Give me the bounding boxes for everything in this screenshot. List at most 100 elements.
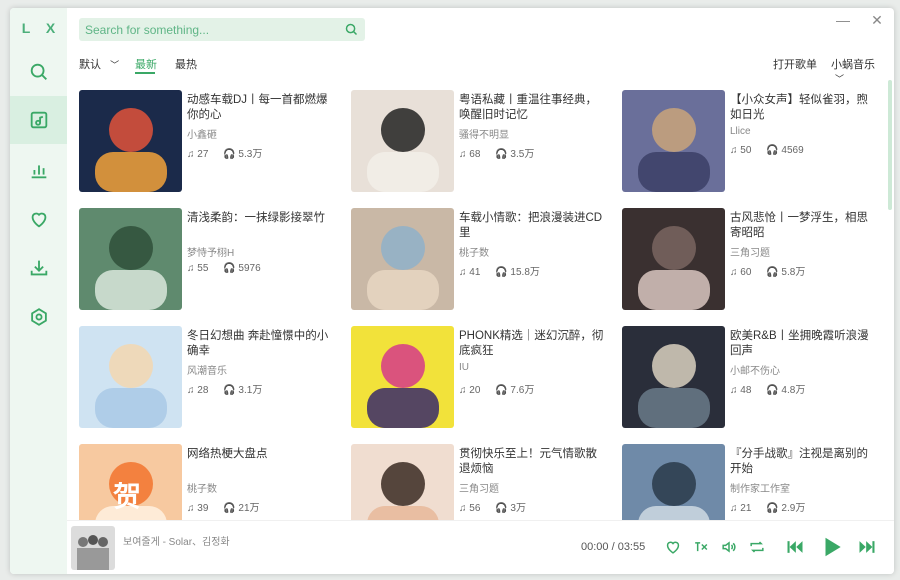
previous-button[interactable] xyxy=(783,537,807,557)
play-icon xyxy=(825,537,841,557)
playlist-cover[interactable] xyxy=(622,208,725,310)
scrollbar[interactable] xyxy=(888,80,892,210)
playlist-author: IU xyxy=(459,362,469,373)
playlist-stats: ♫ 41 🎧 15.8万 xyxy=(459,263,552,278)
tab-active-indicator xyxy=(135,72,155,74)
cover-image xyxy=(79,208,182,310)
now-playing-cover[interactable] xyxy=(71,526,115,570)
playlist-stats: ♫ 68 🎧 3.5万 xyxy=(459,145,546,160)
playlist-cover[interactable] xyxy=(351,90,454,192)
playlist-title[interactable]: PHONK精选｜迷幻沉醉，彻底疯狂 xyxy=(459,329,607,359)
music-note-icon: ♫ xyxy=(187,385,195,396)
tab-hot[interactable]: 最热 xyxy=(175,56,197,72)
sidebar: L X xyxy=(10,8,67,574)
playlist-cover[interactable] xyxy=(351,208,454,310)
heart-outline-icon xyxy=(666,541,680,554)
playlist-cover[interactable] xyxy=(622,90,725,192)
cover-image xyxy=(622,208,725,310)
playlist-title[interactable]: 清浅柔韵：一抹绿影接翠竹 xyxy=(187,211,335,226)
cover-image xyxy=(351,90,454,192)
headphones-icon: 🎧 xyxy=(495,267,508,278)
cover-image xyxy=(622,90,725,192)
repeat-button[interactable] xyxy=(747,537,767,557)
like-button[interactable] xyxy=(663,537,683,557)
playlist-title[interactable]: 古风悲怆丨一梦浮生，相思寄昭昭 xyxy=(730,211,878,241)
chevron-down-icon: ﹀ xyxy=(835,74,845,84)
skip-next-icon xyxy=(859,541,875,553)
volume-button[interactable] xyxy=(719,537,739,557)
playlist-cover[interactable] xyxy=(79,208,182,310)
playlist-card[interactable]: 粤语私藏丨重温往事经典，唤醒旧时记忆 骚得不明显 ♫ 68 🎧 3.5万 xyxy=(351,90,611,194)
playlist-stats: ♫ 48 🎧 4.8万 xyxy=(730,381,817,396)
music-note-icon: ♫ xyxy=(187,503,195,514)
play-count: 5976 xyxy=(238,263,261,274)
music-note-icon: ♫ xyxy=(459,267,467,278)
source-dropdown[interactable]: 小蜗音乐 ﹀ xyxy=(831,56,884,85)
playlist-author: 桃子数 xyxy=(459,248,489,259)
headphones-icon: 🎧 xyxy=(766,267,779,278)
playlist-author: Llice xyxy=(730,126,751,137)
playlist-author: 三角习题 xyxy=(459,484,499,495)
song-count: 56 xyxy=(469,503,481,514)
playlist-card[interactable]: 车载小情歌：把浪漫装进CD里 桃子数 ♫ 41 🎧 15.8万 xyxy=(351,208,611,312)
minimize-button[interactable]: — xyxy=(833,12,853,28)
playlist-title[interactable]: 【小众女声】轻似雀羽，煦如日光 xyxy=(730,93,878,123)
settings-hexagon-icon xyxy=(30,308,47,326)
playlist-card[interactable]: 欧美R&B丨坐拥晚霞听浪漫回声 小邮不伤心 ♫ 48 🎧 4.8万 xyxy=(622,326,882,430)
cover-image xyxy=(351,326,454,428)
sidebar-item-playlists[interactable] xyxy=(10,96,67,144)
song-count: 39 xyxy=(197,503,209,514)
playlist-title[interactable]: 贯彻快乐至上！元气情歌散退烦恼 xyxy=(459,447,607,477)
headphones-icon: 🎧 xyxy=(766,145,779,156)
playlist-title[interactable]: 车载小情歌：把浪漫装进CD里 xyxy=(459,211,607,241)
music-note-icon: ♫ xyxy=(730,145,738,156)
sidebar-item-search[interactable] xyxy=(10,48,67,96)
next-button[interactable] xyxy=(855,537,879,557)
search-icon[interactable] xyxy=(344,22,359,37)
now-playing-title: 보여줄게 - Solar、김정화 xyxy=(123,537,230,548)
lyrics-toggle-button[interactable] xyxy=(691,537,711,557)
playlist-card[interactable]: 冬日幻想曲 奔赴憧憬中的小确幸 风潮音乐 ♫ 28 🎧 3.1万 xyxy=(79,326,339,430)
headphones-icon: 🎧 xyxy=(223,385,236,396)
playlist-card[interactable]: 古风悲怆丨一梦浮生，相思寄昭昭 三角习题 ♫ 60 🎧 5.8万 xyxy=(622,208,882,312)
headphones-icon: 🎧 xyxy=(766,385,779,396)
close-button[interactable]: ✕ xyxy=(867,12,887,29)
sort-dropdown[interactable]: 默认 ﹀ xyxy=(79,56,119,72)
playlist-title[interactable]: 网络热梗大盘点 xyxy=(187,447,335,462)
play-button[interactable] xyxy=(819,534,845,560)
headphones-icon: 🎧 xyxy=(495,385,508,396)
search-bar xyxy=(79,18,365,41)
playlist-card[interactable]: 清浅柔韵：一抹绿影接翠竹 梦恃予栩H ♫ 55 🎧 5976 xyxy=(79,208,339,312)
playlist-card[interactable]: PHONK精选｜迷幻沉醉，彻底疯狂 IU ♫ 20 🎧 7.6万 xyxy=(351,326,611,430)
sidebar-item-downloads[interactable] xyxy=(10,244,67,292)
sidebar-item-settings[interactable] xyxy=(10,293,67,341)
play-count: 5.8万 xyxy=(781,267,806,278)
tab-latest[interactable]: 最新 xyxy=(135,56,157,72)
headphones-icon: 🎧 xyxy=(495,149,508,160)
playlist-title[interactable]: 『分手战歌』注视是离别的开始 xyxy=(730,447,878,477)
song-count: 55 xyxy=(197,263,209,274)
headphones-icon: 🎧 xyxy=(223,263,236,274)
playlist-cover[interactable] xyxy=(622,326,725,428)
play-count: 3.5万 xyxy=(510,149,535,160)
music-note-icon: ♫ xyxy=(187,149,195,160)
playlist-cover[interactable] xyxy=(79,326,182,428)
playlist-title[interactable]: 冬日幻想曲 奔赴憧憬中的小确幸 xyxy=(187,329,335,359)
search-input[interactable] xyxy=(79,18,329,41)
playlist-stats: ♫ 56 🎧 3万 xyxy=(459,499,538,514)
playlist-card[interactable]: 【小众女声】轻似雀羽，煦如日光 Llice ♫ 50 🎧 4569 xyxy=(622,90,882,194)
playlist-card[interactable]: 动感车载DJ丨每一首都燃爆你的心 小鑫砸 ♫ 27 🎧 5.3万 xyxy=(79,90,339,194)
playlist-title[interactable]: 粤语私藏丨重温往事经典，唤醒旧时记忆 xyxy=(459,93,607,123)
sidebar-item-charts[interactable] xyxy=(10,146,67,194)
play-count: 7.6万 xyxy=(510,385,535,396)
playlist-author: 小邮不伤心 xyxy=(730,366,780,377)
player-bar: 보여줄게 - Solar、김정화 00:00 / 03:55 xyxy=(67,520,894,574)
playlist-title[interactable]: 动感车载DJ丨每一首都燃爆你的心 xyxy=(187,93,335,123)
playlist-author: 骚得不明显 xyxy=(459,130,509,141)
playlist-title[interactable]: 欧美R&B丨坐拥晚霞听浪漫回声 xyxy=(730,329,878,359)
open-playlist-button[interactable]: 打开歌单 xyxy=(773,56,817,72)
playlist-stats: ♫ 21 🎧 2.9万 xyxy=(730,499,817,514)
playlist-cover[interactable] xyxy=(351,326,454,428)
sidebar-item-favorites[interactable] xyxy=(10,195,67,243)
playlist-cover[interactable] xyxy=(79,90,182,192)
